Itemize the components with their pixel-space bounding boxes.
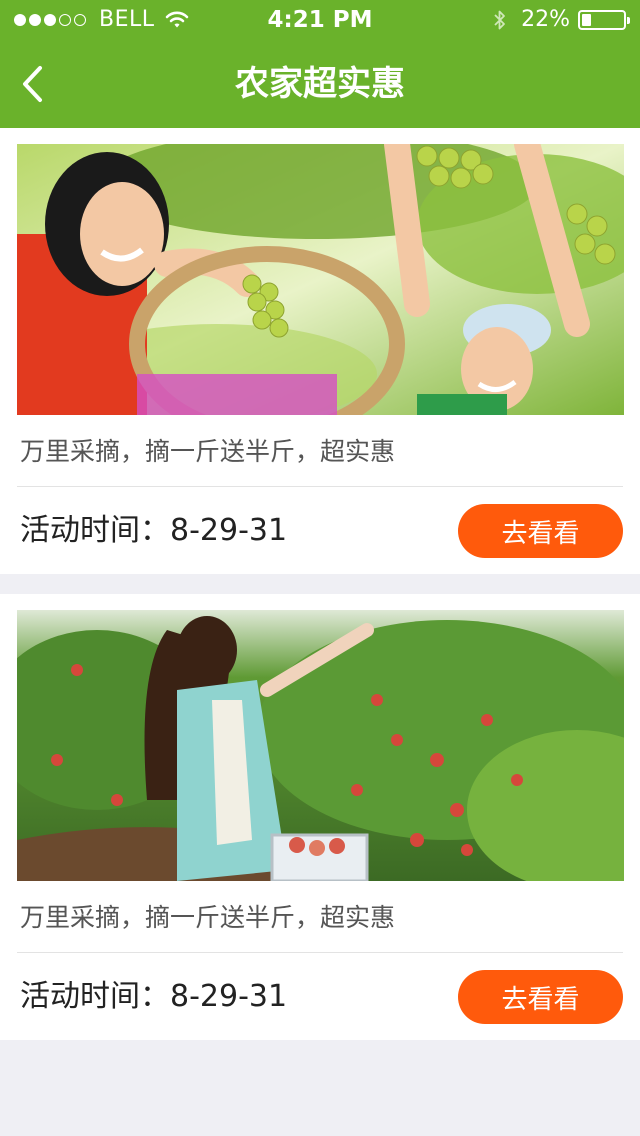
grape-picking-image <box>17 144 624 415</box>
peach-orchard-image <box>17 610 624 881</box>
battery-level-fill <box>582 14 591 26</box>
card-description: 万里采摘，摘一斤送半斤，超实惠 <box>20 903 396 932</box>
back-button[interactable] <box>10 54 60 114</box>
battery-percent: 22% <box>521 7 570 32</box>
activity-time: 活动时间：8-29-31 <box>20 979 288 1014</box>
bluetooth-icon <box>494 10 505 30</box>
activity-time: 活动时间：8-29-31 <box>20 513 288 548</box>
grape-picking-photo[interactable] <box>17 144 624 415</box>
battery-icon <box>578 10 630 30</box>
chevron-left-icon <box>23 66 42 102</box>
status-right: 22% <box>493 0 630 40</box>
card-description: 万里采摘，摘一斤送半斤，超实惠 <box>20 437 396 466</box>
go-see-button[interactable]: 去看看 <box>458 504 623 558</box>
divider <box>17 486 623 487</box>
divider <box>17 952 623 953</box>
page-title: 农家超实惠 <box>235 64 405 104</box>
status-bar: BELL 4:21 PM 22% <box>0 0 640 40</box>
go-see-button[interactable]: 去看看 <box>458 970 623 1024</box>
promo-card: 万里采摘，摘一斤送半斤，超实惠 活动时间：8-29-31 去看看 <box>0 128 640 574</box>
app-header: BELL 4:21 PM 22% 农家超实惠 <box>0 0 640 128</box>
peach-orchard-photo[interactable] <box>17 610 624 881</box>
promo-card: 万里采摘，摘一斤送半斤，超实惠 活动时间：8-29-31 去看看 <box>0 594 640 1040</box>
nav-bar: 农家超实惠 <box>0 40 640 128</box>
